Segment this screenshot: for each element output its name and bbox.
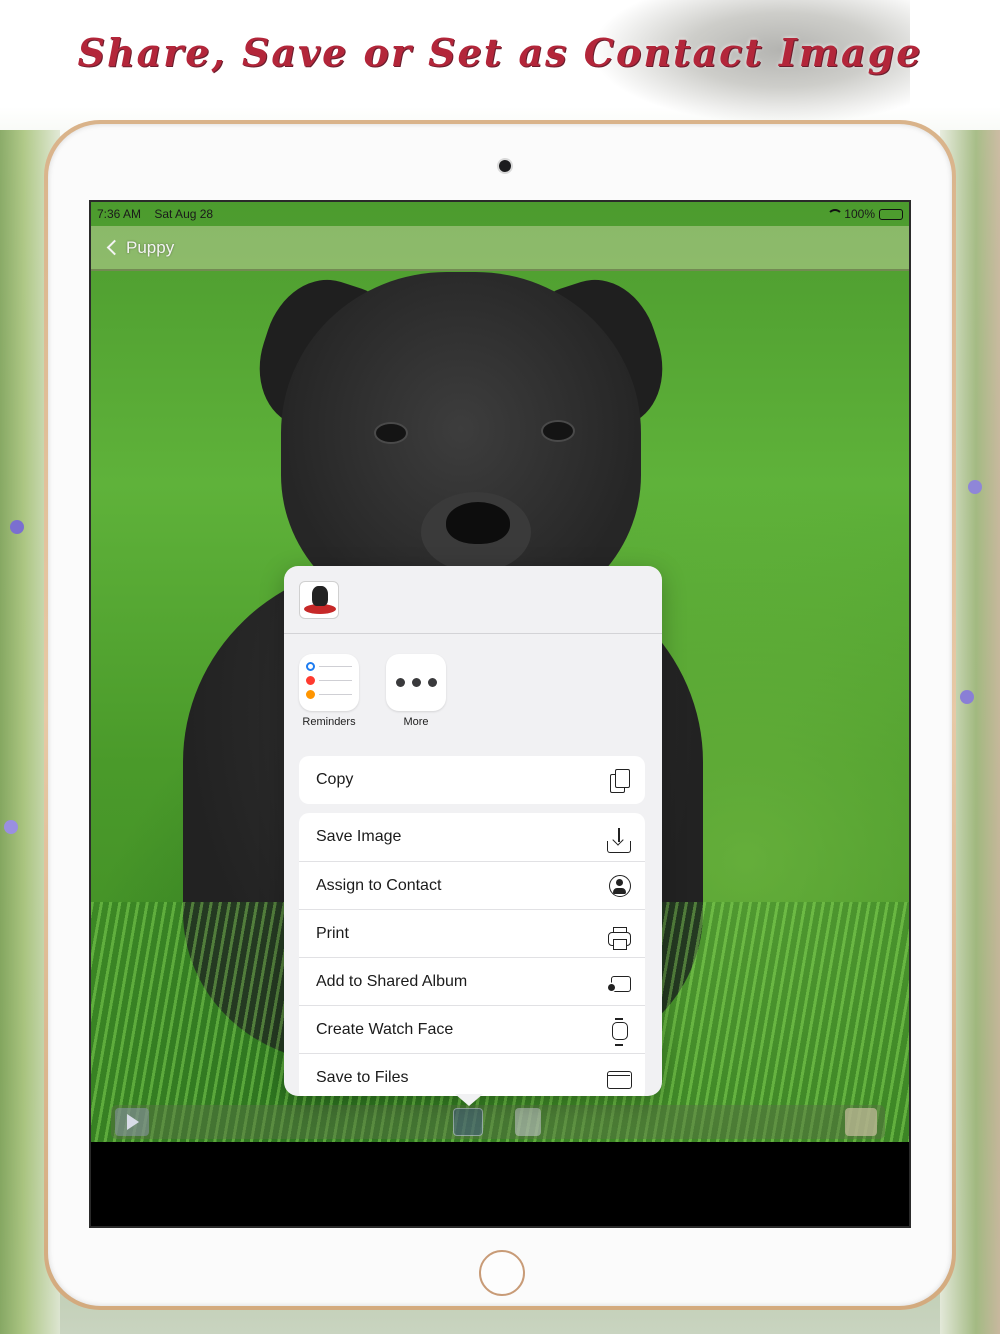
save-image-icon [607,828,631,853]
tablet-screen: 7:36 AM Sat Aug 28 100% Puppy Reminders … [89,200,911,1228]
wifi-icon [826,209,844,219]
action-label: Add to Shared Album [316,972,468,990]
folder-icon [607,1066,632,1090]
create-watch-face-button[interactable]: Create Watch Face [299,1005,645,1053]
copy-icon [607,768,631,793]
flower-decoration [960,690,974,704]
chevron-left-icon [106,239,123,256]
shared-album-icon [607,970,631,994]
app-more[interactable]: More [381,654,451,728]
front-camera [499,160,511,172]
action-label: Assign to Contact [316,876,442,894]
popover-arrow [455,1094,483,1106]
status-date: Sat Aug 28 [154,207,214,221]
puppy-eye [541,420,575,442]
action-label: Print [316,924,349,942]
status-time: 7:36 AM [97,207,142,221]
tag-icon[interactable] [845,1108,877,1136]
share-apps-row: Reminders More [284,634,662,754]
save-to-files-button[interactable]: Save to Files [299,1053,645,1096]
action-label: Create Watch Face [316,1020,454,1038]
status-bar: 7:36 AM Sat Aug 28 100% [91,202,909,226]
play-icon[interactable] [115,1108,149,1136]
battery-icon [879,208,903,220]
contact-icon [609,874,631,897]
puppy-nose [446,502,510,544]
action-label: Copy [316,771,354,788]
share-sheet-header [284,566,662,634]
puppy-eye [374,422,408,444]
promo-headline: Share, Save or Set as Contact Image [77,30,923,75]
app-reminders[interactable]: Reminders [294,654,364,728]
actions-list: Save Image Assign to Contact Print Add t… [299,813,645,1096]
image-thumbnail [299,581,339,619]
flower-decoration [968,480,982,494]
add-to-shared-album-button[interactable]: Add to Shared Album [299,957,645,1005]
back-button-label: Puppy [126,237,175,257]
action-label: Save to Files [316,1068,409,1086]
reminders-icon [299,654,359,711]
bottom-toolbar [111,1105,885,1139]
copy-button[interactable]: Copy [299,756,645,804]
print-button[interactable]: Print [299,909,645,957]
back-button[interactable]: Puppy [105,238,174,258]
copy-action-group: Copy [299,756,645,804]
navigation-bar: Puppy [91,226,909,271]
home-button[interactable] [479,1250,525,1296]
share-icon[interactable] [453,1108,483,1136]
flower-decoration [10,520,24,534]
more-icon [386,654,446,711]
print-icon [608,926,631,950]
watch-icon [607,1017,631,1046]
action-label: Save Image [316,828,402,845]
save-image-button[interactable]: Save Image [299,813,645,861]
app-label: Reminders [302,716,356,728]
battery-percent: 100% [844,207,875,221]
flower-decoration [4,820,18,834]
app-label: More [403,716,429,728]
share-sheet: Reminders More Copy Save Image Assign to… [284,566,662,1096]
assign-to-contact-button[interactable]: Assign to Contact [299,861,645,909]
contact-card-icon[interactable] [515,1108,541,1136]
